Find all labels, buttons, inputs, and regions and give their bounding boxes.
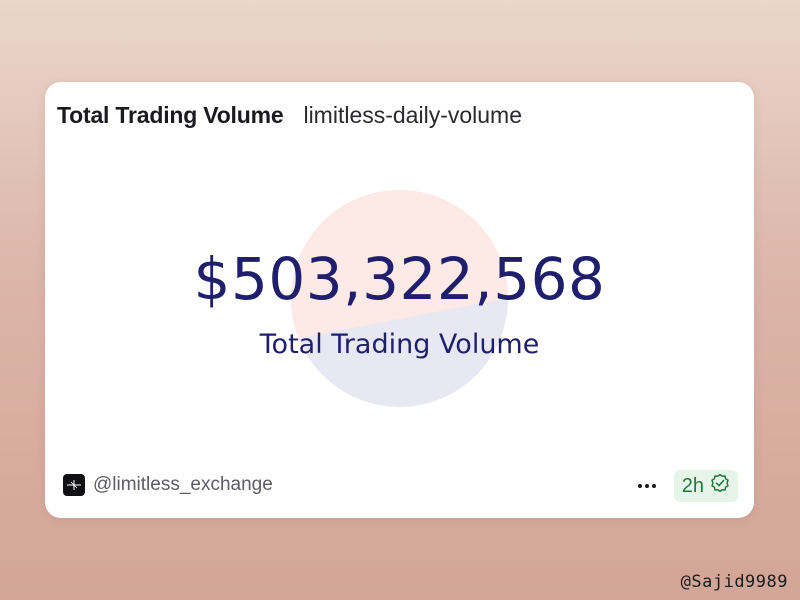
query-name[interactable]: limitless-daily-volume <box>303 102 522 129</box>
query-card: Total Trading Volume limitless-daily-vol… <box>45 82 754 518</box>
card-title[interactable]: Total Trading Volume <box>57 102 284 129</box>
limitless-logo-icon <box>63 474 85 496</box>
card-actions: 2h <box>634 470 738 502</box>
metric-label: Total Trading Volume <box>259 329 540 360</box>
watermark: @Sajid9989 <box>680 572 788 592</box>
author-handle[interactable]: @limitless_exchange <box>93 474 273 496</box>
author-info[interactable]: @limitless_exchange <box>63 474 273 496</box>
refresh-age-badge[interactable]: 2h <box>673 470 738 502</box>
refresh-age: 2h <box>681 474 704 497</box>
metric-value: $503,322,568 <box>193 245 606 313</box>
card-header: Total Trading Volume limitless-daily-vol… <box>57 102 522 129</box>
verified-check-icon <box>710 473 730 499</box>
more-dots-icon[interactable] <box>634 478 660 494</box>
